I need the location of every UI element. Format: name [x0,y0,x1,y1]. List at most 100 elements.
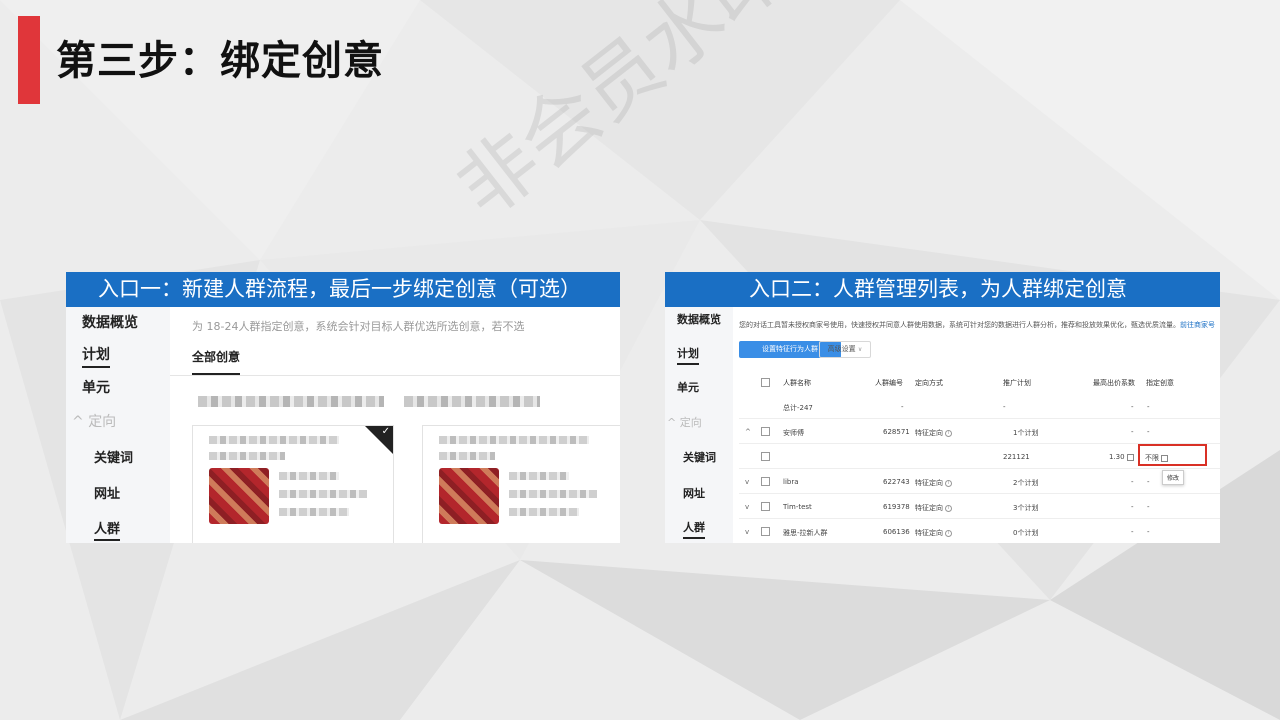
table-row: v Tim-test 619378 特征定向 i 3个计划 - - [739,494,1220,519]
nav-item-targeting[interactable]: ^ 定向 [667,414,702,430]
audience-bid: - [1131,503,1134,511]
audience-plan[interactable]: 3个计划 [1013,503,1038,513]
audience-name[interactable]: 安师傅 [783,428,804,438]
column-header: 最高出价系数 [1093,379,1135,387]
creative-thumbnail [439,468,499,524]
column-header: 人群名称 [783,379,811,387]
column-header: 人群编号 [875,379,903,387]
creative-card[interactable] [422,425,620,543]
table-row: v 雅思-拉新人群 606136 特征定向 i 0个计划 - - [739,519,1220,543]
info-icon[interactable]: i [945,504,952,512]
audience-name[interactable]: Tim-test [783,503,812,511]
info-icon[interactable]: i [945,429,952,437]
audience-method: 特征定向 i [915,528,952,538]
entry-one-screenshot: 入口一：新建人群流程，最后一步绑定创意（可选） 数据概览 计划 单元 ^ 定向 … [66,272,620,543]
blurred-text [439,436,589,444]
audience-bid: - [1131,478,1134,486]
check-icon: ✓ [381,426,390,437]
divider [170,375,620,376]
expand-icon[interactable]: v [745,528,749,536]
row-checkbox[interactable] [761,427,770,436]
expand-icon[interactable]: v [745,478,749,486]
blurred-text [509,490,597,498]
info-icon[interactable]: i [945,529,952,537]
nav-item-plan[interactable]: 计划 [677,345,699,365]
audience-method: 特征定向 i [915,503,952,513]
column-header: 指定创意 [1146,379,1174,387]
chevron-down-icon: ∨ [857,346,863,353]
nav-item-audience[interactable]: 人群 [94,518,121,541]
creative-description: 为 18-24人群指定创意，系统会针对目标人群优选所选创意，若不选 [192,320,525,333]
select-all-checkbox[interactable] [761,378,770,387]
row-checkbox[interactable] [761,527,770,536]
blurred-filter-row [404,396,540,407]
panel-header-entry-two: 入口二：人群管理列表，为人群绑定创意 [665,272,1220,307]
table-row: ^ 安师傅 628571 特征定向 i 1个计划 - - [739,419,1220,444]
creative-card[interactable]: ✓ [192,425,394,543]
blurred-text [279,508,349,516]
nav-item-overview[interactable]: 数据概览 [82,312,138,332]
blurred-text [509,472,569,480]
audience-creative: - [1147,528,1150,536]
audience-name[interactable]: 雅思-拉新人群 [783,528,828,538]
row-checkbox[interactable] [761,502,770,511]
audience-bid: - [1131,428,1134,436]
nav-item-unit[interactable]: 单元 [82,377,110,397]
title-accent-bar [18,16,40,104]
highlight-box [1138,444,1207,466]
info-icon[interactable]: i [945,479,952,487]
row-checkbox[interactable] [761,477,770,486]
authorization-notice: 您的对话工具暂未授权商家号使用，快速授权并同意人群使用数据，系统可针对您的数据进… [739,321,1215,329]
nav-item-plan[interactable]: 计划 [82,344,110,368]
audience-creative: - [1147,428,1150,436]
audience-id: 628571 [883,428,910,436]
table-row: 总计-247 - - - - [739,394,1220,419]
audience-id: 619378 [883,503,910,511]
blurred-filter-row [198,396,384,407]
audience-plan[interactable]: 1个计划 [1013,428,1038,438]
expand-icon[interactable]: v [745,503,749,511]
entry-two-screenshot: 入口二：人群管理列表，为人群绑定创意 数据概览 计划 单元 ^ 定向 关键词 网… [665,272,1220,543]
blurred-text [509,508,579,516]
nav-item-unit[interactable]: 单元 [677,379,699,395]
sidebar-nav: 数据概览 计划 单元 ^ 定向 关键词 网址 人群 [66,307,170,543]
nav-item-audience[interactable]: 人群 [683,519,705,539]
collapse-icon[interactable]: ^ [745,428,751,436]
edit-icon[interactable] [1126,453,1134,461]
audience-plan[interactable]: 2个计划 [1013,478,1038,488]
nav-item-url[interactable]: 网址 [94,483,120,502]
row-checkbox[interactable] [761,452,770,461]
audience-method: - [901,403,904,411]
audience-method: 特征定向 i [915,428,952,438]
creative-thumbnail [209,468,269,524]
edit-tooltip: 修改 [1162,470,1185,485]
column-header: 定向方式 [915,379,943,387]
plan-id: 221121 [1003,453,1030,461]
nav-item-overview[interactable]: 数据概览 [677,311,721,327]
page-title: 第三步：绑定创意 [56,38,384,84]
audience-plan[interactable]: 0个计划 [1013,528,1038,538]
merchant-link[interactable]: 前往商家号 [1180,321,1215,329]
audience-id: 606136 [883,528,910,536]
audience-bid: - [1131,403,1134,411]
audience-id: 622743 [883,478,910,486]
audience-creative: - [1147,503,1150,511]
table-row: v libra 622743 特征定向 i 2个计划 - - [739,469,1220,494]
advanced-settings-button[interactable]: 高级设置 ∨ [819,341,871,358]
nav-item-keywords[interactable]: 关键词 [683,449,716,465]
audience-name: 总计-247 [783,404,813,412]
audience-plan: - [1003,403,1006,411]
blurred-text [279,490,367,498]
sidebar-nav: 数据概览 计划 单元 ^ 定向 关键词 网址 人群 [665,307,733,543]
audience-creative: - [1147,478,1150,486]
panel-header-entry-one: 入口一：新建人群流程，最后一步绑定创意（可选） [66,272,620,307]
blurred-text [209,436,339,444]
nav-item-url[interactable]: 网址 [683,485,705,501]
audience-name[interactable]: libra [783,478,799,486]
chevron-up-icon: ^ [667,416,680,429]
tab-all-creatives[interactable]: 全部创意 [192,348,241,375]
column-header: 推广计划 [1003,379,1031,387]
blurred-text [439,452,495,460]
nav-item-targeting[interactable]: ^ 定向 [72,411,116,431]
nav-item-keywords[interactable]: 关键词 [94,447,133,466]
